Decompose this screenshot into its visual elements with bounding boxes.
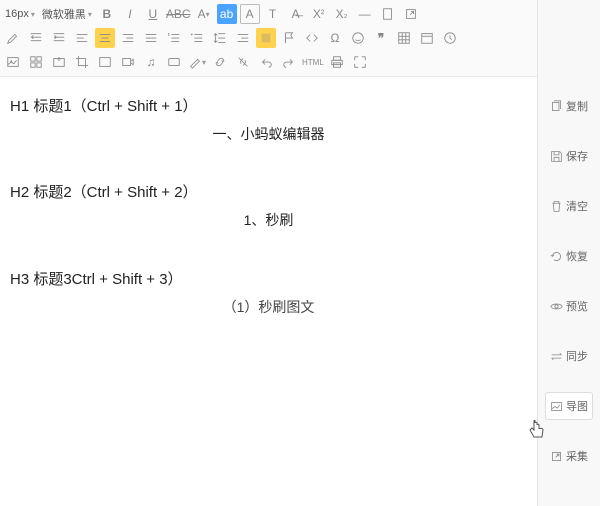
font-size-dropdown[interactable]: 16px ▾ [3, 8, 37, 20]
font-family-value: 微软雅黑 [42, 6, 86, 22]
sidebar-copy[interactable]: 复制 [545, 92, 593, 120]
ordered-list-button[interactable]: 1 [164, 28, 184, 48]
sidebar: 复制 保存 清空 恢复 预览 同步 导图 采集 [538, 0, 600, 506]
h1-line: H1 标题1（Ctrl + Shift + 1） [10, 95, 527, 119]
font-color-button[interactable]: A▾ [194, 4, 214, 24]
underline-button[interactable]: U [143, 4, 163, 24]
toolbar-row-2: 1 Ω ❞ [3, 26, 534, 50]
smile-button[interactable] [348, 28, 368, 48]
print-button[interactable] [327, 52, 347, 72]
sidebar-label: 复制 [566, 98, 588, 114]
text-indent-button[interactable] [233, 28, 253, 48]
sidebar-save[interactable]: 保存 [545, 142, 593, 170]
bold-button[interactable]: B [97, 4, 117, 24]
image-upload-button[interactable] [49, 52, 69, 72]
superscript-button[interactable]: X² [309, 4, 329, 24]
card-button[interactable] [164, 52, 184, 72]
video-button[interactable] [118, 52, 138, 72]
flag-button[interactable] [279, 28, 299, 48]
align-right-button[interactable] [118, 28, 138, 48]
sync-icon [550, 350, 563, 363]
sidebar-clear[interactable]: 清空 [545, 192, 593, 220]
crop-button[interactable] [72, 52, 92, 72]
editor-content[interactable]: H1 标题1（Ctrl + Shift + 1） 一、小蚂蚁编辑器 H2 标题2… [0, 77, 537, 506]
gallery-button[interactable] [26, 52, 46, 72]
redo-button[interactable] [279, 52, 299, 72]
link-button[interactable] [210, 52, 230, 72]
unlink-button[interactable] [233, 52, 253, 72]
align-left-button[interactable] [72, 28, 92, 48]
sidebar-label: 恢复 [566, 248, 588, 264]
html-button[interactable]: HTML [302, 52, 324, 72]
h2-centered: 1、秒刷 [10, 209, 527, 231]
code-button[interactable] [302, 28, 322, 48]
save-icon [550, 150, 563, 163]
font-family-dropdown[interactable]: 微软雅黑 ▾ [40, 6, 94, 22]
sidebar-label: 同步 [566, 348, 588, 364]
toolbar-row-3: ♫ ▾ HTML [3, 50, 534, 74]
magic-button[interactable]: ▾ [187, 52, 207, 72]
undo-button[interactable] [256, 52, 276, 72]
cursor-pointer-icon [528, 420, 546, 445]
fullscreen-button[interactable] [350, 52, 370, 72]
sidebar-label: 预览 [566, 298, 588, 314]
sidebar-restore[interactable]: 恢复 [545, 242, 593, 270]
letter-spacing-button[interactable]: A̶ [286, 4, 306, 24]
image-button[interactable] [3, 52, 23, 72]
chevron-down-icon: ▾ [31, 10, 35, 19]
indent-increase-button[interactable] [49, 28, 69, 48]
sidebar-preview[interactable]: 预览 [545, 292, 593, 320]
highlight-button[interactable] [256, 28, 276, 48]
svg-text:1: 1 [168, 32, 170, 36]
italic-button[interactable]: I [120, 4, 140, 24]
unordered-list-button[interactable] [187, 28, 207, 48]
font-size-value: 16px [5, 8, 29, 20]
restore-icon [550, 250, 563, 263]
omega-button[interactable]: Ω [325, 28, 345, 48]
h3-line: H3 标题3Ctrl + Shift + 3） [10, 268, 527, 292]
background-color-button[interactable]: ab [217, 4, 237, 24]
main-area: 16px ▾ 微软雅黑 ▾ B I U ABC A▾ ab A T A̶ X² … [0, 0, 538, 506]
subscript-button[interactable]: X₂ [332, 4, 352, 24]
sidebar-label: 保存 [566, 148, 588, 164]
text-style-button[interactable]: A [240, 4, 260, 24]
h3-centered: （1）秒刷图文 [10, 296, 527, 318]
align-center-button[interactable] [95, 28, 115, 48]
toolbar: 16px ▾ 微软雅黑 ▾ B I U ABC A▾ ab A T A̶ X² … [0, 0, 537, 77]
date-button[interactable] [417, 28, 437, 48]
eye-icon [550, 300, 563, 313]
clear-format-button[interactable]: T [263, 4, 283, 24]
sidebar-label: 清空 [566, 198, 588, 214]
sidebar-sync[interactable]: 同步 [545, 342, 593, 370]
horizontal-rule-button[interactable]: — [355, 4, 375, 24]
trash-icon [550, 200, 563, 213]
align-justify-button[interactable] [141, 28, 161, 48]
new-page-button[interactable] [378, 4, 398, 24]
collect-icon [550, 450, 563, 463]
copy-icon [550, 100, 563, 113]
export-image-icon [550, 400, 563, 413]
gif-button[interactable] [95, 52, 115, 72]
chevron-down-icon: ▾ [88, 10, 92, 19]
time-button[interactable] [440, 28, 460, 48]
sidebar-label: 采集 [566, 448, 588, 464]
format-brush-button[interactable] [3, 28, 23, 48]
strikethrough-button[interactable]: ABC [166, 4, 191, 24]
h2-line: H2 标题2（Ctrl + Shift + 2） [10, 181, 527, 205]
quote-button[interactable]: ❞ [371, 28, 391, 48]
sidebar-collect[interactable]: 采集 [545, 442, 593, 470]
sidebar-export-image[interactable]: 导图 [545, 392, 593, 420]
popout-button[interactable] [401, 4, 421, 24]
toolbar-row-1: 16px ▾ 微软雅黑 ▾ B I U ABC A▾ ab A T A̶ X² … [3, 2, 534, 26]
h1-centered: 一、小蚂蚁编辑器 [10, 123, 527, 145]
indent-decrease-button[interactable] [26, 28, 46, 48]
table-button[interactable] [394, 28, 414, 48]
audio-button[interactable]: ♫ [141, 52, 161, 72]
line-height-button[interactable] [210, 28, 230, 48]
sidebar-label: 导图 [566, 398, 588, 414]
